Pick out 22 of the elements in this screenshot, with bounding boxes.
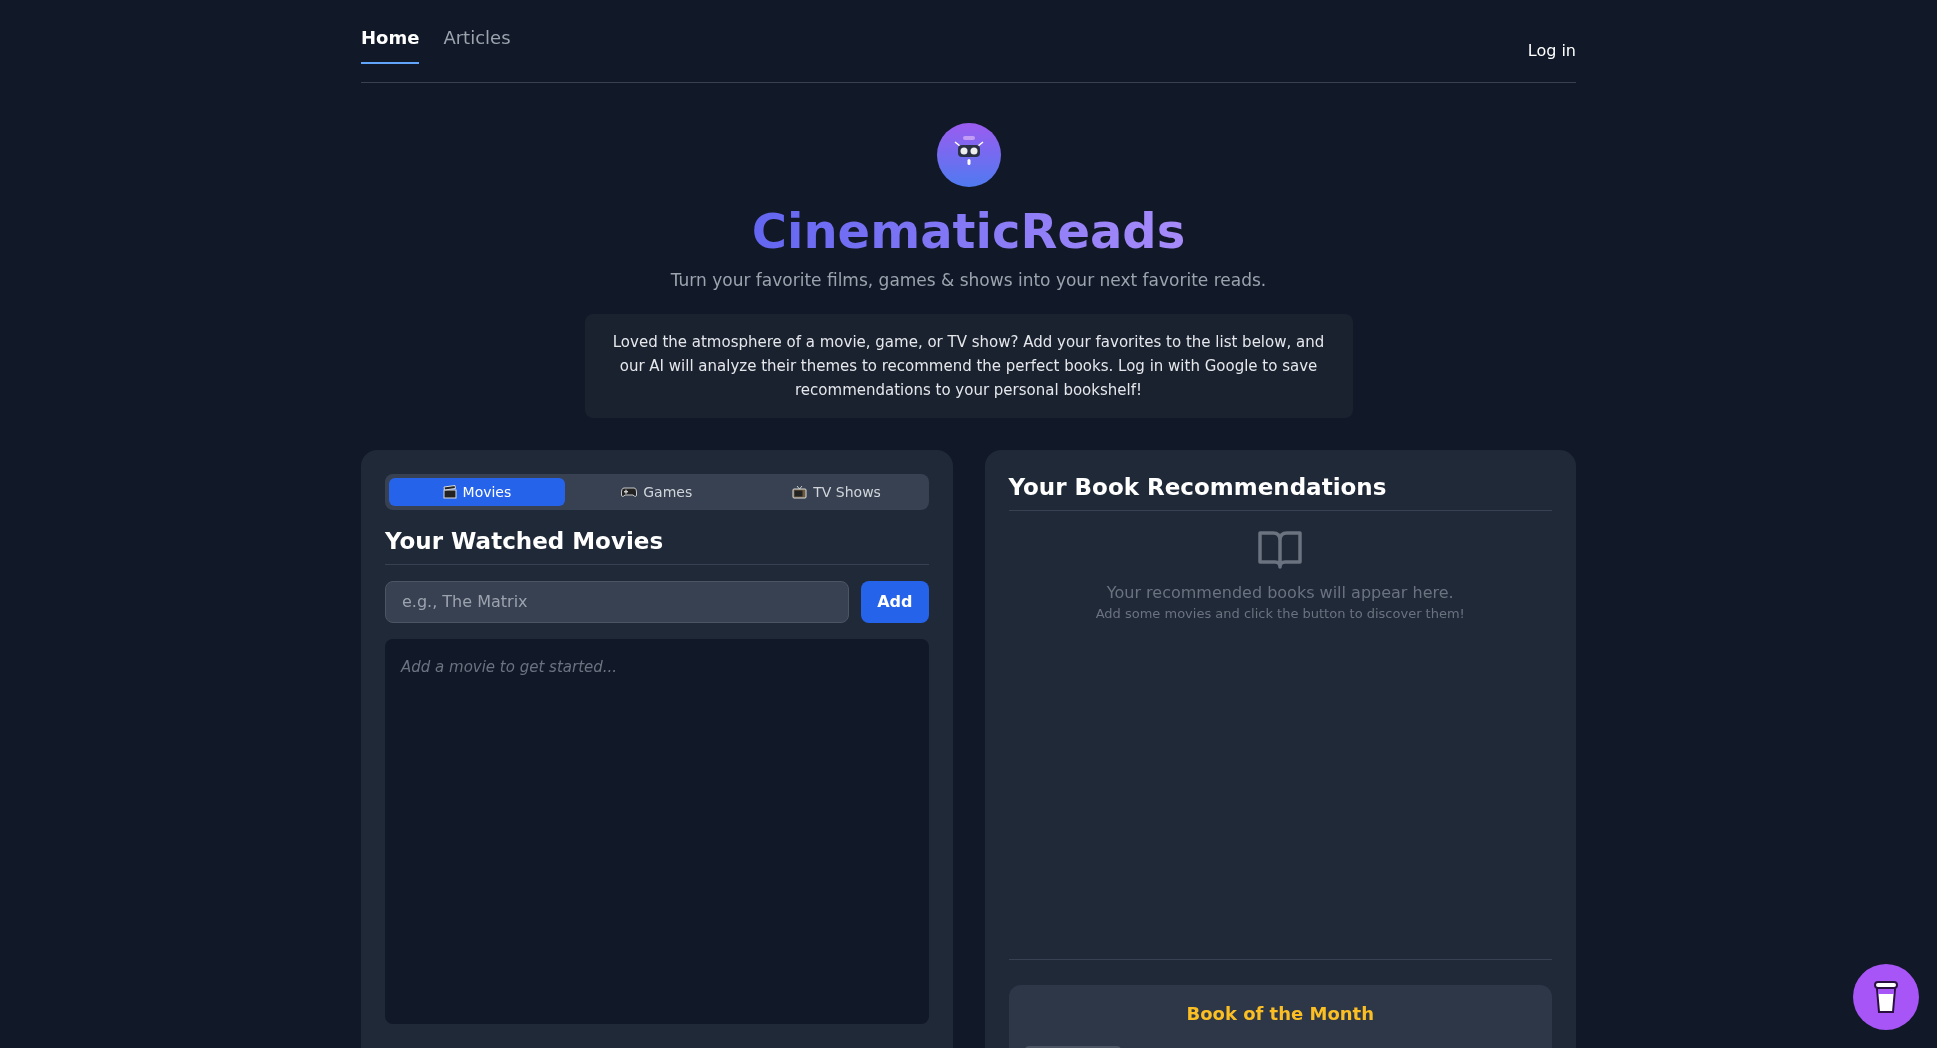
nav-link[interactable]: Home	[361, 27, 420, 64]
add-button[interactable]: Add	[861, 580, 929, 623]
media-tab[interactable]: Movies	[389, 477, 565, 506]
title-input-field[interactable]: e.g., The Matrix	[385, 580, 850, 623]
coffee-cup-icon	[1871, 979, 1901, 1015]
intro-text: Loved the atmosphere of a movie, game, or TV show? Add your favorites to the list below, and our AI will analyze their themes to recommend the perfect books. Log in with Google to save recommendations to your personal bookshelf!	[584, 313, 1353, 418]
empty-state-title: Your recommended books will appear here.	[1106, 582, 1454, 602]
gamepad-icon	[621, 485, 638, 498]
media-tab[interactable]: TV Shows	[748, 477, 925, 506]
nav-link[interactable]: Articles	[443, 27, 511, 64]
open-book-icon	[1257, 528, 1304, 571]
section-heading: Your Book Recommendations	[1008, 473, 1552, 511]
tagline: Turn your favorite films, games & shows into your next favorite reads.	[670, 269, 1267, 290]
login-button[interactable]: Log in	[1527, 41, 1576, 60]
card-title: Book of the Month	[1186, 1002, 1375, 1024]
robot-logo-icon	[936, 123, 1001, 187]
television-icon	[792, 484, 808, 499]
empty-state-hint: Add some movies and click the button to discover them!	[1095, 605, 1465, 621]
clapperboard-icon	[442, 484, 457, 499]
section-heading: Your Watched Movies	[385, 527, 929, 565]
empty-list-text: Add a movie to get started...	[401, 657, 618, 676]
media-tab[interactable]: Games	[568, 477, 745, 506]
